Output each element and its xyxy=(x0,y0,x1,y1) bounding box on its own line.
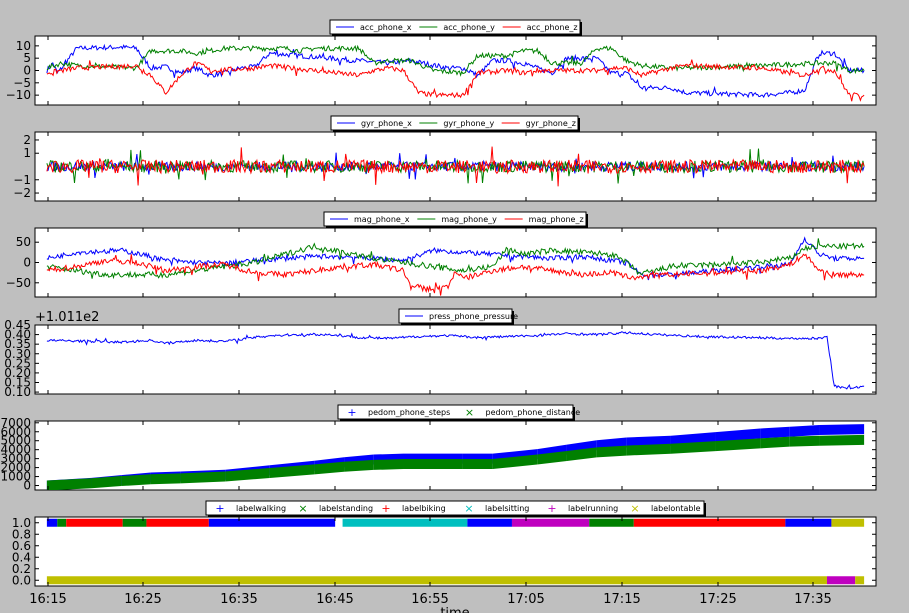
legend-label: pedom_phone_distance xyxy=(486,408,581,417)
marker-band-pedom_phone_distance xyxy=(820,435,865,446)
segment-labelstanding xyxy=(57,519,66,527)
offset-label: +1.011e2 xyxy=(35,310,99,325)
y-tick-label: −10 xyxy=(6,88,31,102)
legend-label: acc_phone_z xyxy=(527,23,578,32)
legend-marker: + xyxy=(215,502,224,515)
marker-band-pedom_phone_distance xyxy=(374,459,404,470)
segment-labelsitting xyxy=(343,519,468,527)
legend-label: mag_phone_x xyxy=(354,215,410,224)
marker-band-pedom_phone_distance xyxy=(344,460,374,472)
y-tick-label: 0 xyxy=(23,479,31,493)
legend-label: labelrunning xyxy=(568,504,618,513)
legend-marker: + xyxy=(347,406,356,419)
segment-labelontable xyxy=(47,576,827,584)
x-tick-label: 17:35 xyxy=(794,592,831,607)
segment-labelontable xyxy=(831,519,864,527)
legend-label: labelsitting xyxy=(485,504,529,513)
marker-band-pedom_phone_distance xyxy=(597,446,627,458)
x-tick-label: 16:25 xyxy=(124,592,161,607)
legend: + labelwalking × labelstanding + labelbiking ×… xyxy=(206,501,706,517)
legend: gyr_phone_x gyr_phone_y gyr_phone_z xyxy=(331,116,580,132)
marker-band-pedom_phone_distance xyxy=(760,437,790,449)
segment-labelbiking xyxy=(146,519,208,527)
segment-labelrunning xyxy=(827,576,855,584)
x-tick-labels: 16:15 16:25 16:35 16:45 16:55 17:05 17:15 17:25… xyxy=(29,592,831,607)
legend-label: mag_phone_y xyxy=(441,215,497,224)
segment-labelbiking xyxy=(66,519,122,527)
legend-label: gyr_phone_z xyxy=(526,119,576,128)
marker-band-pedom_phone_distance xyxy=(790,436,820,447)
legend: acc_phone_x acc_phone_y acc_phone_z xyxy=(330,20,582,36)
legend-marker: × xyxy=(298,502,307,515)
x-tick-label: 17:15 xyxy=(603,592,640,607)
x-tick-label: 17:25 xyxy=(699,592,736,607)
marker-band-pedom_phone_steps xyxy=(820,424,865,435)
legend-label: acc_phone_x xyxy=(360,23,412,32)
marker-band-pedom_phone_distance xyxy=(121,474,151,486)
x-tick-label: 16:15 xyxy=(29,592,66,607)
y-tick-label: 0.0 xyxy=(12,573,31,587)
legend-label: labelbiking xyxy=(402,504,446,513)
legend-label: labelontable xyxy=(651,504,701,513)
segment-labelwalking xyxy=(467,519,512,527)
segment-labelontable xyxy=(855,576,864,584)
y-tick-label: −50 xyxy=(6,276,31,290)
plot-area xyxy=(35,228,876,297)
x-tick-label: 16:35 xyxy=(220,592,257,607)
y-tick-label: 0.10 xyxy=(4,385,31,399)
legend-marker: × xyxy=(630,502,639,515)
y-tick-label: −2 xyxy=(13,186,31,200)
legend: mag_phone_x mag_phone_y mag_phone_z xyxy=(324,212,588,228)
marker-band-pedom_phone_steps xyxy=(760,427,790,439)
marker-band-pedom_phone_distance xyxy=(151,473,181,484)
segment-labelwalking xyxy=(209,519,335,527)
legend-label: labelstanding xyxy=(319,504,373,513)
legend-label: pedom_phone_steps xyxy=(368,408,450,417)
y-tick-label: 2 xyxy=(23,133,31,147)
legend-label: mag_phone_z xyxy=(529,215,584,224)
marker-band-pedom_phone_distance xyxy=(403,459,462,469)
y-tick-label: −1 xyxy=(13,173,31,187)
marker-band-pedom_phone_distance xyxy=(181,472,226,484)
marker-band-pedom_phone_steps xyxy=(790,425,820,437)
legend-marker: + xyxy=(547,502,556,515)
segment-labelwalking xyxy=(785,519,831,527)
legend: press_phone_pressure xyxy=(399,309,518,325)
legend-label: gyr_phone_x xyxy=(361,119,412,128)
y-tick-label: 1 xyxy=(23,146,31,160)
segment-labelbiking xyxy=(634,519,786,527)
legend-marker: × xyxy=(464,502,473,515)
segment-labelrunning xyxy=(512,519,589,527)
y-tick-label: 50 xyxy=(16,235,31,249)
plot-area xyxy=(35,36,876,105)
plot-area xyxy=(35,517,876,586)
marker-band-pedom_phone_distance xyxy=(463,459,493,469)
legend-label: acc_phone_y xyxy=(443,23,495,32)
legend-label: labelwalking xyxy=(236,504,286,513)
legend: + pedom_phone_steps × pedom_phone_distance xyxy=(338,405,580,421)
x-tick-label: 16:45 xyxy=(316,592,353,607)
legend-label: press_phone_pressure xyxy=(429,312,518,321)
legend-label: gyr_phone_y xyxy=(443,119,494,128)
y-tick-label: 0 xyxy=(23,256,31,270)
x-axis-label: time xyxy=(440,606,469,613)
legend-marker: × xyxy=(465,406,474,419)
segment-labelstanding xyxy=(589,519,634,527)
figure: 1050−5−10acc_phone_x acc_phone_y acc_phone… xyxy=(0,0,909,613)
legend-marker: + xyxy=(381,502,390,515)
marker-band-pedom_phone_distance xyxy=(626,444,671,456)
x-tick-label: 16:55 xyxy=(411,592,448,607)
x-tick-label: 17:05 xyxy=(507,592,544,607)
